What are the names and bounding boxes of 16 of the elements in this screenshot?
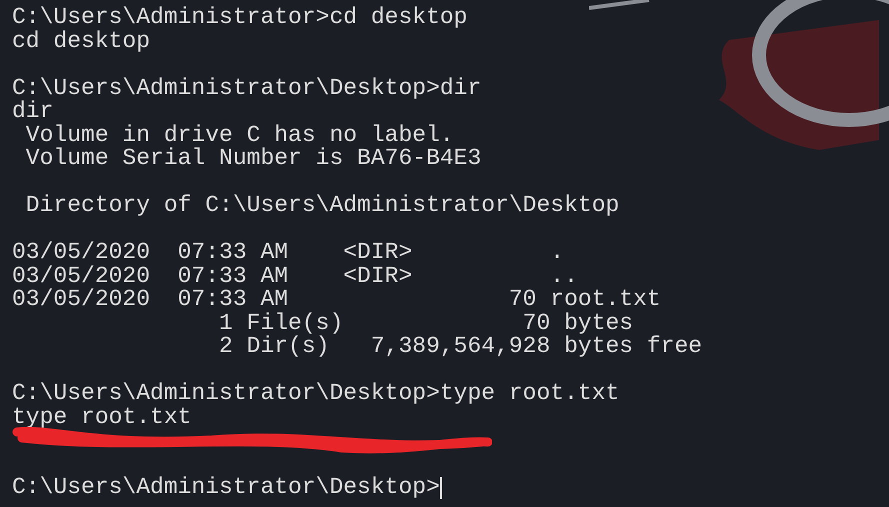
terminal-line: cd desktop xyxy=(12,30,150,53)
terminal-line: Volume in drive C has no label. xyxy=(24,124,454,147)
terminal-line: 2 Dir(s) 7,389,564,928 bytes free xyxy=(218,335,702,358)
terminal-line: 03/05/2020 07:33 AM <DIR> .. xyxy=(12,264,578,288)
command-prompt: C:\Users\Administrator\Desktop> xyxy=(12,476,440,500)
terminal-line: C:\Users\Administrator\Desktop>dir xyxy=(12,76,482,100)
text-cursor xyxy=(440,476,442,499)
terminal-line: 03/05/2020 07:33 AM 70 root.txt xyxy=(12,288,661,312)
terminal-line: 1 File(s) 70 bytes xyxy=(218,312,634,335)
terminal-line: C:\Users\Administrator\Desktop>type root.txt xyxy=(12,382,620,406)
terminal-line: type root.txt xyxy=(12,406,192,429)
terminal-line: C:\Users\Administrator>cd desktop xyxy=(12,6,468,30)
terminal-line: Directory of C:\Users\Administrator\Desktop xyxy=(24,194,620,218)
terminal-line: 03/05/2020 07:33 AM <DIR> . xyxy=(12,241,564,264)
terminal-line: Volume Serial Number is BA76-B4E3 xyxy=(24,147,482,170)
terminal-line: dir xyxy=(12,100,54,124)
